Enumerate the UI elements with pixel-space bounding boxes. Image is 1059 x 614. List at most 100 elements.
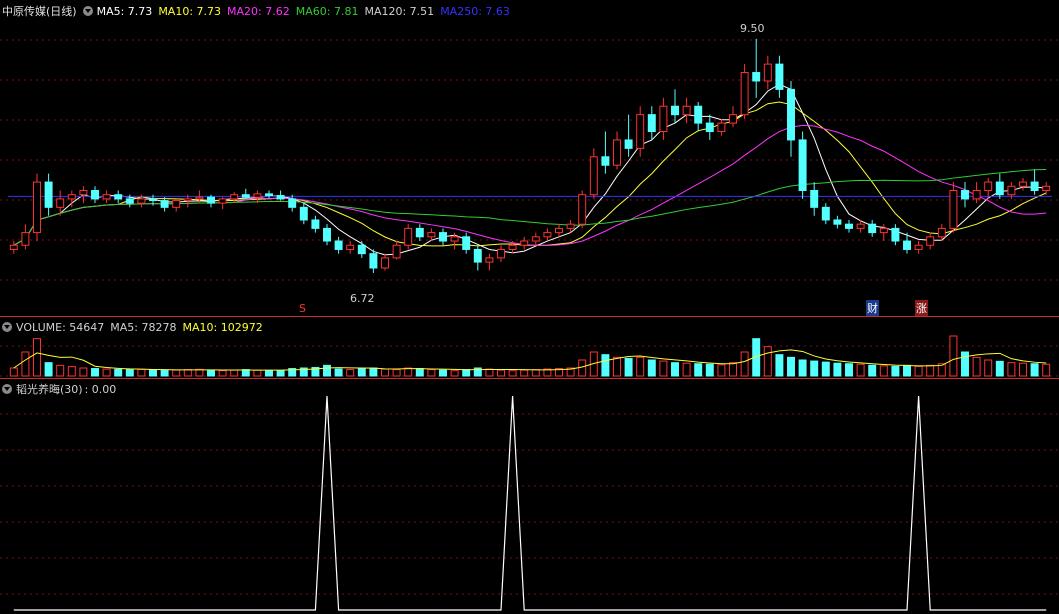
volume-bar <box>775 354 784 377</box>
candle-body <box>276 195 285 200</box>
candle-body <box>381 257 389 269</box>
ma40-line <box>13 169 1047 246</box>
candle-body <box>601 156 610 166</box>
volume-bar <box>369 367 378 377</box>
volume-bar <box>868 364 877 377</box>
candle-body <box>125 198 134 204</box>
volume-menu-icon[interactable] <box>2 322 12 332</box>
candle-body <box>833 219 842 225</box>
volume-bar <box>671 362 679 377</box>
indicator-panel[interactable]: 韬光养晦(30) : 0.00 <box>0 378 1059 614</box>
panel-menu-icon[interactable] <box>82 6 93 16</box>
candle-body <box>694 105 703 124</box>
volume-bar <box>183 369 192 377</box>
candle-body <box>207 196 215 204</box>
volume-bar <box>253 369 262 377</box>
volume-bar <box>787 356 795 377</box>
candle-body <box>9 244 18 250</box>
limit-up-marker[interactable]: 涨 <box>915 300 928 316</box>
volume-bar <box>137 368 146 377</box>
panel-divider-2[interactable] <box>0 378 1059 379</box>
candle-body <box>102 194 111 200</box>
volume-bar <box>798 359 807 377</box>
candle-body <box>450 236 459 242</box>
volume-bar <box>357 368 366 377</box>
volume-label: VOLUME: 54647 <box>16 320 105 334</box>
candle-body <box>729 114 737 124</box>
candle-body <box>995 181 1004 196</box>
volume-bar <box>439 369 447 377</box>
indicator-legend: 韬光养晦(30) : 0.00 <box>2 381 122 397</box>
volume-bar <box>705 363 714 377</box>
candle-body <box>589 156 598 196</box>
volume-bar <box>44 362 53 377</box>
high-price-label: 9.50 <box>740 22 765 35</box>
indicator-value: : 0.00 <box>84 382 117 396</box>
candle-body <box>879 227 888 234</box>
candle-body <box>578 194 587 225</box>
volume-bar <box>601 354 610 377</box>
panel-divider-1[interactable] <box>0 316 1059 317</box>
candle-body <box>334 240 343 250</box>
volume-legend: VOLUME: 54647 MA5: 78278 MA10: 102972 <box>2 319 269 335</box>
candle-body <box>114 194 123 200</box>
candle-body <box>937 227 946 238</box>
volume-bar <box>230 369 239 377</box>
volume-bar <box>276 370 285 377</box>
candle-body <box>821 206 830 221</box>
volume-ma10-label: MA10: 102972 <box>182 320 263 334</box>
volume-bar <box>717 364 726 377</box>
candle-body <box>566 223 575 229</box>
candle-body <box>33 181 41 234</box>
ma5-label: MA5: 7.73 <box>96 4 153 18</box>
volume-bar <box>21 351 30 377</box>
volume-bar <box>265 369 273 377</box>
volume-bar <box>415 368 424 377</box>
candle-body <box>1030 181 1039 191</box>
volume-bar <box>763 346 772 377</box>
volume-bar <box>647 359 656 377</box>
volume-bar <box>102 368 111 377</box>
volume-bar <box>485 368 494 377</box>
price-legend: 中原传媒(日线) MA5: 7.73 MA10: 7.73 MA20: 7.62… <box>2 3 516 19</box>
price-chart-panel[interactable]: 中原传媒(日线) MA5: 7.73 MA10: 7.73 MA20: 7.62… <box>0 0 1059 316</box>
candle-body <box>241 194 250 198</box>
volume-bar <box>578 359 587 377</box>
volume-bar <box>845 363 853 377</box>
ma10-label: MA10: 7.73 <box>158 4 222 18</box>
ma60-label: MA60: 7.81 <box>295 4 359 18</box>
volume-bar <box>91 368 99 377</box>
candle-body <box>311 219 320 229</box>
volume-bar <box>346 369 355 377</box>
candle-body <box>961 189 969 200</box>
finance-marker[interactable]: 财 <box>866 300 879 316</box>
indicator-menu-icon[interactable] <box>2 384 12 394</box>
volume-bar <box>195 368 204 377</box>
candle-body <box>891 227 900 242</box>
candle-body <box>763 63 772 82</box>
candle-body <box>265 193 273 197</box>
volume-bar <box>149 369 157 377</box>
ma20-line <box>13 124 1047 247</box>
candle-body <box>740 72 749 116</box>
candle-body <box>253 193 262 198</box>
volume-bar <box>1042 363 1051 377</box>
ma10-line <box>13 101 1047 247</box>
candle-body <box>705 122 714 133</box>
candle-body <box>508 244 517 250</box>
candle-body <box>845 223 853 229</box>
candle-body <box>183 198 192 202</box>
candle-body <box>984 181 993 191</box>
volume-bar <box>520 369 529 377</box>
ma120-label: MA120: 7.51 <box>364 4 435 18</box>
volume-bar <box>659 360 668 377</box>
indicator-line <box>13 395 1047 611</box>
volume-bar <box>1007 362 1016 377</box>
candle-body <box>868 223 877 234</box>
volume-bar <box>67 366 76 377</box>
candle-body <box>659 105 668 133</box>
volume-bar <box>392 369 401 377</box>
candle-body <box>485 257 494 263</box>
candle-body <box>44 181 53 208</box>
volume-panel[interactable]: VOLUME: 54647 MA5: 78278 MA10: 102972 <box>0 316 1059 378</box>
